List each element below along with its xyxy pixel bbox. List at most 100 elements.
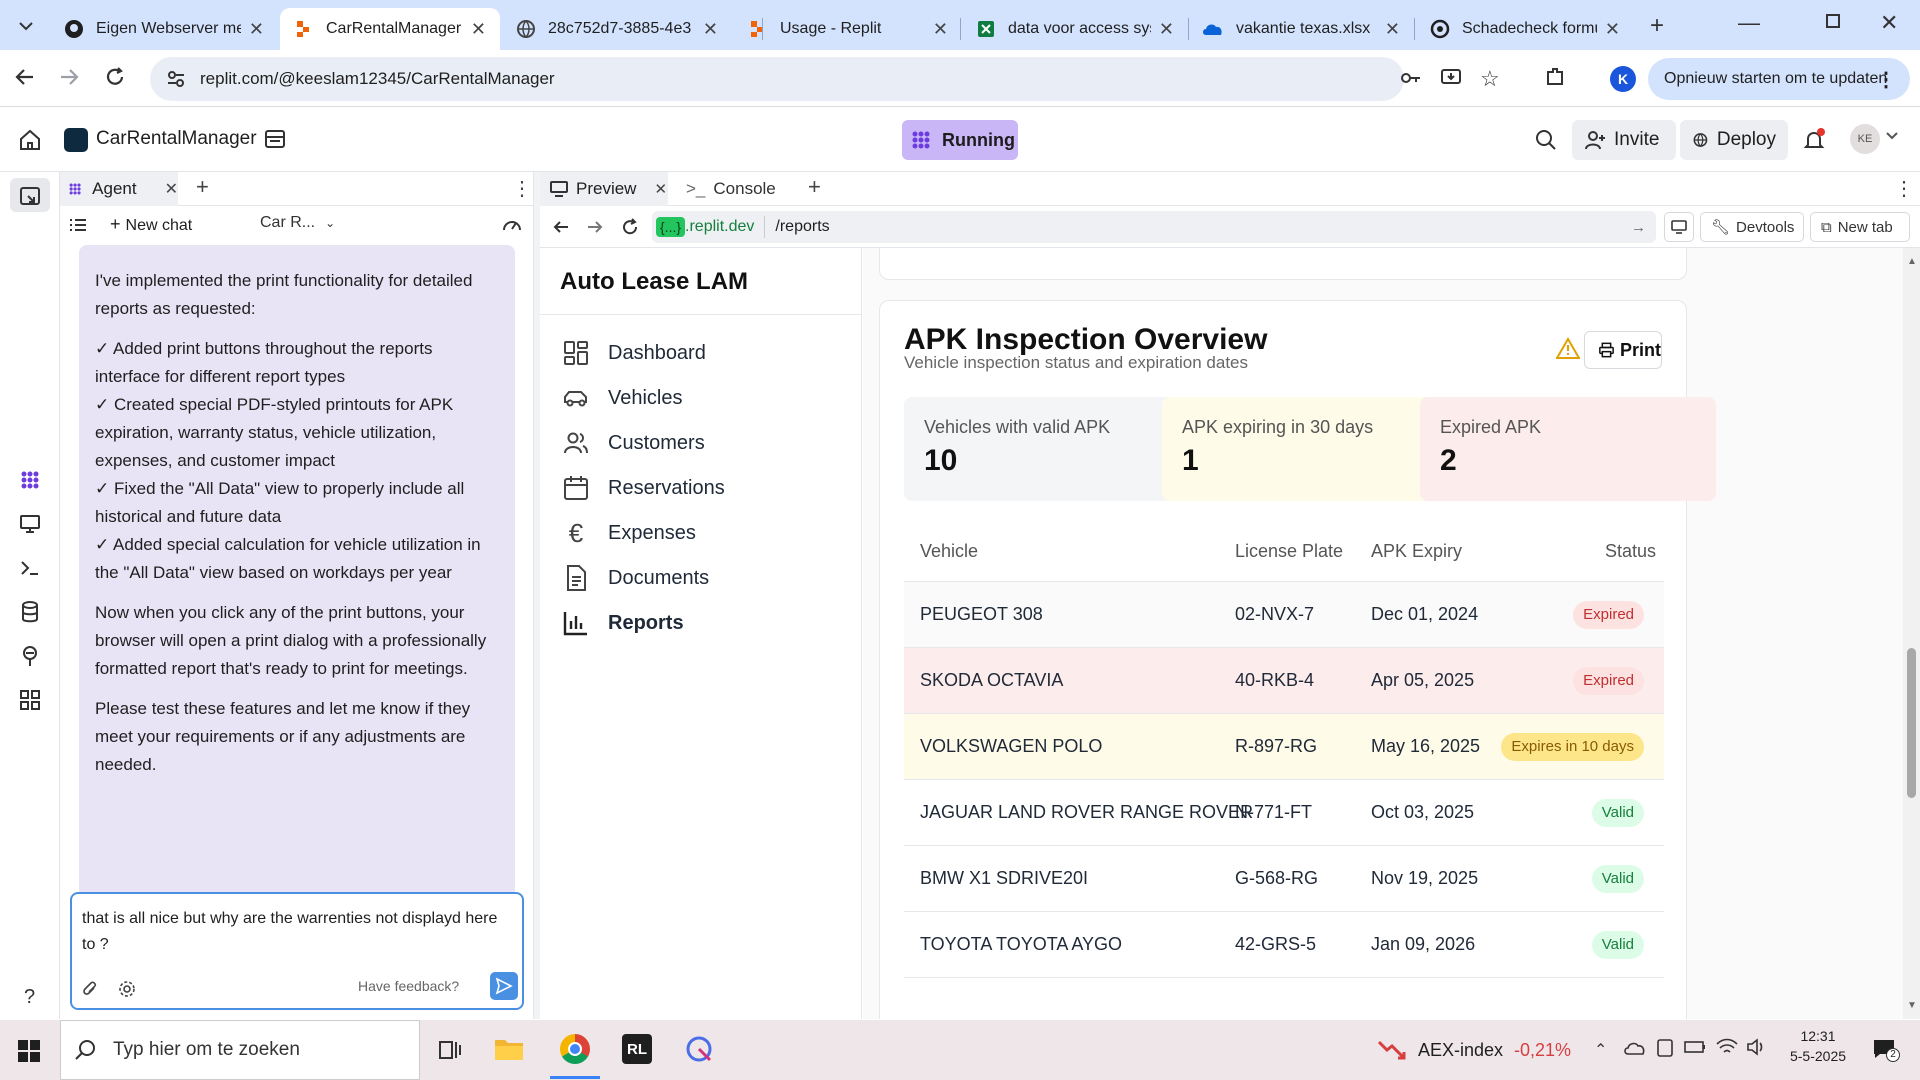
reload-icon[interactable] <box>104 66 126 88</box>
devices-icon[interactable] <box>1656 1038 1674 1058</box>
panel-toggle-icon[interactable] <box>264 128 286 150</box>
invite-button[interactable]: Invite <box>1572 120 1676 160</box>
forward-arrow-icon[interactable] <box>586 218 604 236</box>
key-icon[interactable] <box>1400 68 1422 88</box>
maximize-icon[interactable] <box>1826 14 1840 28</box>
close-icon[interactable]: ✕ <box>703 19 718 40</box>
new-chat-button[interactable]: + New chat <box>110 214 192 235</box>
notification-center-icon[interactable]: 2 <box>1872 1038 1900 1062</box>
add-tab-icon[interactable]: + <box>808 174 821 200</box>
taskbar-search[interactable]: Typ hier om te zoeken <box>60 1020 420 1080</box>
profile-avatar[interactable]: K <box>1610 66 1636 92</box>
battery-icon[interactable] <box>1684 1040 1706 1054</box>
column-header-plate[interactable]: License Plate <box>1235 541 1343 562</box>
app-taskbar-icon[interactable]: RL <box>622 1034 652 1064</box>
scroll-down-icon[interactable]: ▼ <box>1907 1000 1917 1011</box>
wifi-icon[interactable] <box>1716 1038 1738 1056</box>
onedrive-icon[interactable] <box>1624 1040 1646 1056</box>
snipping-tool-icon[interactable] <box>684 1034 714 1064</box>
database-icon[interactable] <box>18 600 42 624</box>
more-vert-icon[interactable]: ⋮ <box>1876 67 1896 92</box>
file-explorer-icon[interactable] <box>494 1034 524 1062</box>
help-icon[interactable]: ? <box>24 986 35 1009</box>
browser-tab-2[interactable]: 28c752d7-3885-4e3 ✕ <box>502 8 732 50</box>
send-button[interactable] <box>490 972 518 1000</box>
table-row[interactable]: VOLKSWAGEN POLO R-897-RG May 16, 2025 Ex… <box>904 714 1664 780</box>
table-row[interactable]: TOYOTA TOYOTA AYGO 42-GRS-5 Jan 09, 2026… <box>904 912 1664 978</box>
project-name[interactable]: CarRentalManager <box>96 128 257 150</box>
preview-monitor-icon[interactable] <box>18 512 42 536</box>
attach-paperclip-icon[interactable] <box>82 980 98 998</box>
context-selector[interactable]: Car R... ⌄ <box>260 214 335 232</box>
tab-agent[interactable]: Agent ✕ <box>60 172 178 206</box>
table-row[interactable]: PEUGEOT 308 02-NVX-7 Dec 01, 2024 Expire… <box>904 582 1664 648</box>
clock[interactable]: 12:31 5-5-2025 <box>1778 1028 1858 1064</box>
console-icon[interactable] <box>18 556 42 580</box>
reload-icon[interactable] <box>620 217 640 237</box>
tab-console[interactable]: >_ Console <box>676 172 802 206</box>
user-avatar[interactable]: KE <box>1850 124 1880 154</box>
back-arrow-icon[interactable] <box>14 66 36 88</box>
close-icon[interactable]: ✕ <box>1385 19 1400 40</box>
add-tab-icon[interactable]: + <box>196 174 209 200</box>
close-icon[interactable]: ✕ <box>1159 19 1174 40</box>
back-arrow-icon[interactable] <box>552 218 570 236</box>
more-vert-icon[interactable]: ⋮ <box>512 176 532 201</box>
sidebar-item-documents[interactable]: Documents <box>562 563 709 593</box>
address-bar[interactable]: replit.com/@keeslam12345/CarRentalManage… <box>150 57 1404 101</box>
browser-tab-3[interactable]: Usage - Replit ✕ <box>734 8 962 50</box>
sidebar-item-customers[interactable]: Customers <box>562 428 705 458</box>
chevron-up-icon[interactable]: ⌃ <box>1594 1040 1607 1060</box>
devtools-button[interactable]: 🔧︎ Devtools <box>1700 212 1804 242</box>
task-view-icon[interactable] <box>438 1038 462 1062</box>
all-tools-grid-icon[interactable] <box>18 688 42 712</box>
bookmark-star-icon[interactable]: ☆ <box>1480 66 1500 92</box>
open-new-tab-button[interactable]: ⧉ New tab <box>1810 212 1910 242</box>
search-icon[interactable] <box>1534 128 1558 152</box>
browser-tab-4[interactable]: data voor access syst ✕ <box>962 8 1188 50</box>
chat-list-icon[interactable] <box>70 218 86 232</box>
table-row[interactable]: SKODA OCTAVIA 40-RKB-4 Apr 05, 2025 Expi… <box>904 648 1664 714</box>
window-close-icon[interactable]: ✕ <box>1880 10 1898 36</box>
extensions-icon[interactable] <box>1544 66 1566 88</box>
close-icon[interactable]: ✕ <box>654 180 667 198</box>
deploy-button[interactable]: Deploy <box>1680 120 1788 160</box>
table-row[interactable]: BMW X1 SDRIVE20I G-568-RG Nov 19, 2025 V… <box>904 846 1664 912</box>
column-header-expiry[interactable]: APK Expiry <box>1371 541 1462 562</box>
browser-tab-5[interactable]: vakantie texas.xlsx ✕ <box>1188 8 1414 50</box>
sidebar-item-reservations[interactable]: Reservations <box>562 473 725 503</box>
browser-tab-0[interactable]: Eigen Webserver met ✕ <box>50 8 278 50</box>
sidebar-item-vehicles[interactable]: Vehicles <box>562 383 683 413</box>
browser-tab-6[interactable]: Schadecheck formuli ✕ <box>1416 8 1634 50</box>
windows-start-icon[interactable] <box>18 1040 40 1062</box>
volume-icon[interactable] <box>1746 1038 1768 1056</box>
scrollbar-thumb[interactable] <box>1907 648 1916 798</box>
restart-to-update-button[interactable]: Opnieuw starten om te updaten ⋮ <box>1648 58 1910 100</box>
print-button[interactable]: Print <box>1584 331 1662 369</box>
agent-icon[interactable] <box>18 468 42 492</box>
close-icon[interactable]: ✕ <box>1605 19 1620 40</box>
notifications-bell-icon[interactable] <box>1802 128 1826 152</box>
tab-search-icon[interactable] <box>14 14 38 38</box>
go-arrow-icon[interactable]: → <box>1631 219 1646 236</box>
install-app-icon[interactable] <box>1440 67 1462 89</box>
speedometer-icon[interactable] <box>502 216 522 234</box>
browser-tab-1[interactable]: CarRentalManager - I ✕ <box>280 8 500 50</box>
ticker-name[interactable]: AEX-index <box>1418 1040 1503 1061</box>
settings-gear-icon[interactable] <box>118 980 136 998</box>
more-vert-icon[interactable]: ⋮ <box>1894 176 1914 201</box>
sidebar-item-dashboard[interactable]: Dashboard <box>562 338 706 368</box>
minimize-icon[interactable]: — <box>1738 10 1760 36</box>
site-info-icon[interactable] <box>166 69 186 89</box>
close-icon[interactable]: ✕ <box>249 19 264 40</box>
sidebar-item-expenses[interactable]: € Expenses <box>562 518 696 548</box>
chrome-taskbar-icon[interactable] <box>560 1034 590 1064</box>
column-header-status[interactable]: Status <box>1605 541 1656 562</box>
home-icon[interactable] <box>18 128 42 152</box>
sidebar-item-reports[interactable]: Reports <box>562 608 684 638</box>
column-header-vehicle[interactable]: Vehicle <box>920 541 978 562</box>
tab-preview[interactable]: Preview ✕ <box>540 172 668 206</box>
close-icon[interactable]: ✕ <box>165 179 178 199</box>
preview-url-field[interactable]: {...} .replit.dev /reports → <box>652 211 1656 243</box>
scroll-up-icon[interactable]: ▲ <box>1907 256 1917 267</box>
